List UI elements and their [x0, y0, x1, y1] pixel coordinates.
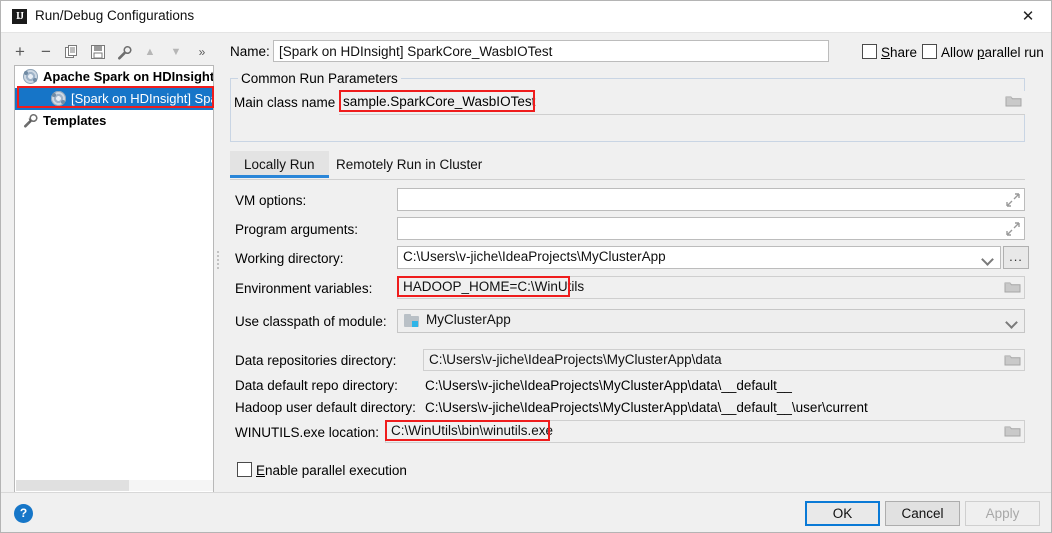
help-button[interactable]: ?	[14, 504, 33, 523]
expand-icon[interactable]	[1006, 222, 1020, 239]
ok-button[interactable]: OK	[805, 501, 880, 526]
allow-parallel-run-checkbox[interactable]: Allow parallel run	[922, 44, 1044, 60]
close-icon[interactable]: ✕	[1005, 1, 1051, 32]
allow-parallel-run-label-rest: arallel run	[985, 45, 1044, 60]
scrollbar-thumb[interactable]	[16, 480, 129, 491]
hadoop-user-default-directory-value: C:\Users\v-jiche\IdeaProjects\MyClusterA…	[425, 400, 868, 415]
save-configuration-button[interactable]	[87, 41, 109, 63]
remove-configuration-button[interactable]: −	[35, 41, 57, 63]
more-options-button[interactable]: »	[191, 41, 213, 63]
common-run-parameters-title: Common Run Parameters	[238, 71, 401, 86]
footer-separator	[1, 492, 1051, 493]
expand-icon[interactable]	[1006, 193, 1020, 210]
data-default-repo-directory-label: Data default repo directory:	[235, 378, 398, 393]
tree-horizontal-scrollbar[interactable]	[16, 480, 213, 491]
vm-options-label: VM options:	[235, 193, 306, 208]
folder-icon[interactable]	[1005, 94, 1022, 110]
name-label: Name:	[230, 44, 270, 59]
chevron-down-icon[interactable]	[1007, 318, 1016, 327]
working-directory-browse-button[interactable]: ...	[1003, 246, 1029, 269]
main-class-name-label: Main class name	[234, 95, 335, 110]
tree-node-label: Templates	[43, 113, 106, 128]
hadoop-user-default-directory-label: Hadoop user default directory:	[235, 400, 416, 415]
module-icon	[404, 314, 420, 328]
classpath-module-value: MyClusterApp	[426, 312, 511, 327]
run-debug-configurations-dialog: IJ Run/Debug Configurations ✕ + − ▲ ▼ » …	[0, 0, 1052, 533]
winutils-location-value: C:\WinUtils\bin\winutils.exe	[391, 423, 553, 438]
checkbox-box[interactable]	[237, 462, 252, 477]
tree-node-label: [Spark on HDInsight] SparkCore_WasbIOTes…	[71, 91, 214, 106]
working-directory-value: C:\Users\v-jiche\IdeaProjects\MyClusterA…	[403, 249, 666, 264]
spark-icon	[51, 91, 66, 106]
folder-icon[interactable]	[1004, 353, 1021, 369]
tab-locally-run[interactable]: Locally Run	[230, 151, 329, 178]
winutils-location-input[interactable]: C:\WinUtils\bin\winutils.exe	[385, 420, 1025, 443]
working-directory-input[interactable]: C:\Users\v-jiche\IdeaProjects\MyClusterA…	[397, 246, 1001, 269]
tree-node-spark-on-hdinsight-sparkcore-wasbiotest[interactable]: [Spark on HDInsight] SparkCore_WasbIOTes…	[15, 88, 213, 110]
wrench-icon[interactable]	[113, 41, 135, 63]
program-arguments-label: Program arguments:	[235, 222, 358, 237]
tree-node-apache-spark-on-hdinsight[interactable]: ⌄ Apache Spark on HDInsight	[15, 66, 213, 88]
data-repositories-directory-value: C:\Users\v-jiche\IdeaProjects\MyClusterA…	[429, 352, 722, 367]
configuration-name-input[interactable]	[273, 40, 829, 62]
spark-icon	[23, 69, 38, 84]
classpath-module-label: Use classpath of module:	[235, 314, 387, 329]
working-directory-label: Working directory:	[235, 251, 344, 266]
folder-icon[interactable]	[1004, 424, 1021, 440]
title-bar: IJ Run/Debug Configurations ✕	[1, 1, 1051, 33]
winutils-location-label: WINUTILS.exe location:	[235, 425, 379, 440]
apply-button: Apply	[965, 501, 1040, 526]
share-checkbox[interactable]: Share	[862, 44, 917, 60]
intellij-idea-icon: IJ	[12, 9, 27, 24]
data-repositories-directory-input[interactable]: C:\Users\v-jiche\IdeaProjects\MyClusterA…	[423, 349, 1025, 371]
move-down-button: ▼	[165, 41, 187, 63]
tree-node-templates[interactable]: › Templates	[15, 110, 213, 132]
checkbox-box[interactable]	[862, 44, 877, 59]
enable-parallel-execution-mnemonic: E	[256, 463, 265, 478]
run-mode-tabs: Locally Run Remotely Run in Cluster	[230, 151, 1025, 180]
share-mnemonic: S	[881, 45, 890, 60]
chevron-down-icon[interactable]	[983, 255, 992, 264]
program-arguments-input[interactable]	[397, 217, 1025, 240]
environment-variables-input[interactable]: HADOOP_HOME=C:\WinUtils	[397, 276, 1025, 299]
allow-parallel-run-mnemonic: p	[977, 45, 985, 60]
move-up-button: ▲	[139, 41, 161, 63]
environment-variables-label: Environment variables:	[235, 281, 372, 296]
add-configuration-button[interactable]: +	[9, 41, 31, 63]
chevron-right-icon[interactable]: ›	[23, 110, 37, 132]
data-repositories-directory-label: Data repositories directory:	[235, 353, 396, 368]
enable-parallel-execution-label: nable parallel execution	[265, 463, 407, 478]
cancel-button[interactable]: Cancel	[885, 501, 960, 526]
copy-configuration-button[interactable]	[61, 41, 83, 63]
tab-remotely-run-in-cluster[interactable]: Remotely Run in Cluster	[322, 151, 496, 178]
environment-variables-value: HADOOP_HOME=C:\WinUtils	[403, 279, 584, 294]
main-class-name-value: sample.SparkCore_WasbIOTest	[343, 94, 535, 109]
checkbox-box[interactable]	[922, 44, 937, 59]
share-label: hare	[890, 45, 917, 60]
configuration-toolbar: + − ▲ ▼ »	[9, 41, 219, 65]
classpath-module-select[interactable]: MyClusterApp	[397, 309, 1025, 333]
configuration-tree[interactable]: ⌄ Apache Spark on HDInsight [Spark on HD…	[14, 65, 214, 493]
vm-options-input[interactable]	[397, 188, 1025, 211]
tree-node-label: Apache Spark on HDInsight	[43, 69, 214, 84]
panel-splitter[interactable]	[215, 249, 221, 271]
folder-icon[interactable]	[1004, 280, 1021, 296]
enable-parallel-execution-checkbox[interactable]: Enable parallel execution	[237, 462, 407, 478]
data-default-repo-directory-value: C:\Users\v-jiche\IdeaProjects\MyClusterA…	[425, 378, 792, 393]
window-title: Run/Debug Configurations	[35, 8, 194, 23]
allow-parallel-run-label: Allow	[941, 45, 977, 60]
